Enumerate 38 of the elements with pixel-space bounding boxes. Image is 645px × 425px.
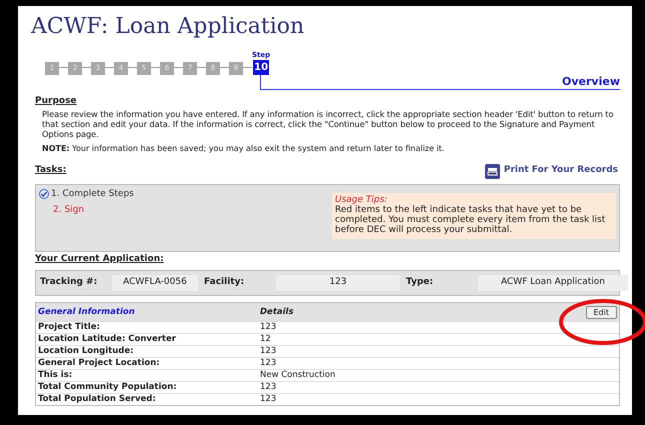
row-value: 12 <box>260 333 271 346</box>
edit-button[interactable]: Edit <box>586 306 617 318</box>
row-value: 123 <box>260 357 276 370</box>
table-title: General Information <box>38 306 136 318</box>
field-value: ACWFLA-0056 <box>112 275 198 291</box>
field-label: Tracking #: <box>40 276 98 290</box>
section-heading: Purpose <box>35 95 78 108</box>
row-label: This is: <box>38 369 74 382</box>
row-label: Total Population Served: <box>38 393 157 406</box>
row-label: Location Longitude: <box>38 345 135 358</box>
section-heading: Your Current Application: <box>35 252 165 266</box>
check-icon <box>39 189 49 200</box>
printer-icon <box>484 164 500 178</box>
row-label: Total Community Population: <box>38 381 178 394</box>
row-value: 123 <box>260 393 276 406</box>
field-label: Type: <box>406 276 434 290</box>
print-link[interactable]: Print For Your Records <box>484 164 618 178</box>
section-title: Overview <box>562 75 620 88</box>
tips-title: Usage Tips: <box>335 194 388 204</box>
step-indicator[interactable]: 10 <box>253 60 270 75</box>
tips-text: Red items to the left indicate tasks that have yet to be completed. You must complete every item from the task list before DEC will process your submittal. <box>335 204 606 234</box>
row-value: New Construction <box>260 369 336 382</box>
column-header: Details <box>260 306 295 318</box>
field-value: 123 <box>276 275 400 291</box>
field-value: ACWF Loan Application <box>478 275 628 291</box>
task-item: 1. Complete Steps <box>51 188 134 200</box>
row-label: Project Title: <box>38 321 101 334</box>
row-value: 123 <box>260 381 276 394</box>
row-label: General Project Location: <box>38 357 161 370</box>
row-label: Location Latitude: Converter <box>38 333 177 346</box>
task-item: 2. Sign <box>53 204 84 217</box>
page-title: ACWF: Loan Application <box>31 13 306 41</box>
section-heading: Tasks: <box>35 164 66 178</box>
row-value: 123 <box>260 321 276 334</box>
purpose-text: Please review the information you have entered. If any information is incorrect, click the appropriate section header 'Edit' button to return to that section and edit your data. If the information is correct, click the "Continue" button below to proceed to the Signature and Payment Options page. <box>42 108 614 138</box>
field-label: Facility: <box>204 276 246 290</box>
note-text: NOTE: Your information has been saved; you may also exit the system and return later to finalize it. <box>42 142 446 154</box>
row-value: 123 <box>260 345 276 358</box>
